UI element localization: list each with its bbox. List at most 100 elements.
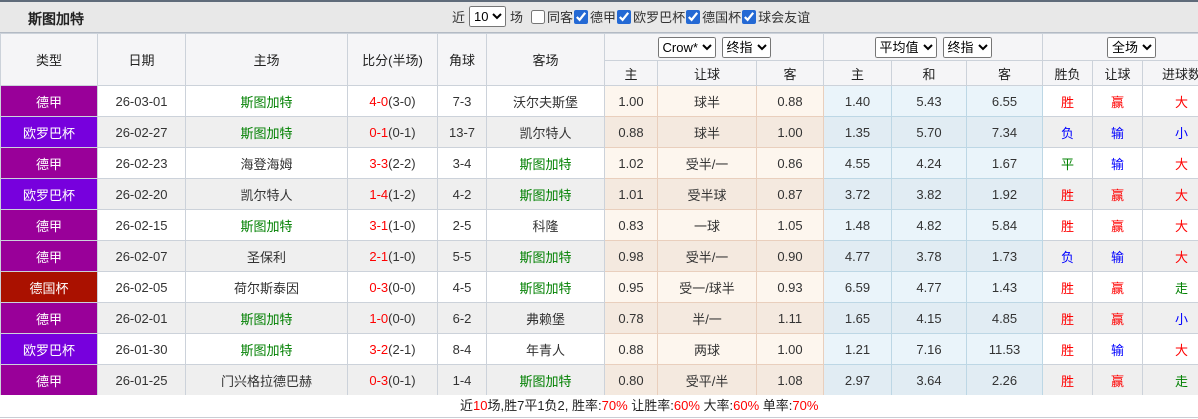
europa-league-checkbox-label[interactable]: 欧罗巴杯 [617, 7, 685, 26]
euro-home-odds: 4.55 [823, 147, 892, 179]
match-date: 26-01-30 [97, 333, 186, 365]
club-friendly-checkbox[interactable] [742, 9, 757, 24]
same-away-checkbox[interactable] [531, 9, 546, 24]
match-date: 26-03-01 [97, 85, 186, 117]
summary-label: 场,胜7平1负2, 胜率: [487, 398, 602, 413]
handicap-away-odds: 1.11 [756, 302, 824, 334]
result-handicap: 输 [1092, 116, 1144, 148]
match-date: 26-02-27 [97, 116, 186, 148]
corner-score: 6-2 [437, 302, 487, 334]
euro-away-odds: 1.92 [965, 178, 1044, 210]
score-fulltime: 0-3 [369, 372, 389, 388]
result-goals: 走 [1142, 364, 1198, 396]
summary-label: 大率: [699, 398, 734, 413]
score-halftime: (1-0) [388, 217, 416, 233]
euro-away-odds: 1.73 [965, 240, 1044, 272]
result-handicap: 赢 [1092, 85, 1144, 117]
handicap-away-odds: 0.90 [756, 240, 824, 272]
filter-label: 球会友谊 [758, 10, 811, 25]
euro-away-odds: 6.55 [965, 85, 1044, 117]
table-row: 德甲 26-02-07 圣保利 2-1(1-0) 5-5 斯图加特 0.98 受… [0, 240, 1198, 272]
table-row: 欧罗巴杯 26-02-20 凯尔特人 1-4(1-2) 4-2 斯图加特 1.0… [0, 178, 1198, 210]
corner-score: 4-5 [437, 271, 487, 303]
corner-score: 5-5 [437, 240, 487, 272]
handicap-line: 一球 [657, 209, 757, 241]
away-team: 斯图加特 [486, 271, 605, 303]
topbar: 斯图加特 近 10 场 同客 德甲 欧罗巴杯 德国杯 球会友谊 [0, 0, 1198, 33]
result-wdl: 胜 [1042, 209, 1094, 241]
euro-draw-odds: 4.77 [891, 271, 967, 303]
result-wdl: 胜 [1042, 364, 1094, 396]
europe-stage-select[interactable]: 终指 [942, 36, 992, 58]
match-date: 26-02-01 [97, 302, 186, 334]
euro-draw-odds: 4.82 [891, 209, 967, 241]
euro-away-odds: 5.84 [965, 209, 1044, 241]
table-row: 欧罗巴杯 26-02-27 斯图加特 0-1(0-1) 13-7 凯尔特人 0.… [0, 116, 1198, 148]
home-team: 斯图加特 [185, 85, 348, 117]
german-cup-checkbox-label[interactable]: 德国杯 [686, 7, 741, 26]
result-handicap: 输 [1092, 147, 1144, 179]
league-badge: 欧罗巴杯 [0, 178, 98, 210]
summary-label: 单率: [759, 398, 793, 413]
result-goals: 大 [1142, 209, 1198, 241]
handicap-home-odds: 0.98 [604, 240, 658, 272]
europa-league-checkbox[interactable] [617, 9, 632, 24]
col-header-corner: 角球 [437, 33, 487, 86]
handicap-away-odds: 1.00 [756, 116, 824, 148]
euro-home-odds: 1.21 [823, 333, 892, 365]
result-goals: 大 [1142, 240, 1198, 272]
euro-away-odds: 4.85 [965, 302, 1044, 334]
euro-away-odds: 1.67 [965, 147, 1044, 179]
away-team: 凯尔特人 [486, 116, 605, 148]
score-fulltime: 1-4 [369, 186, 389, 202]
col-header-result-ah: 让球 [1092, 60, 1144, 86]
euro-away-odds: 7.34 [965, 116, 1044, 148]
german-cup-checkbox[interactable] [686, 9, 701, 24]
home-team: 斯图加特 [185, 209, 348, 241]
col-header-result-wdl: 胜负 [1042, 60, 1094, 86]
handicap-line: 受半/一 [657, 240, 757, 272]
filter-controls: 近 10 场 同客 德甲 欧罗巴杯 德国杯 球会友谊 [452, 6, 811, 27]
near-label: 近 [452, 10, 466, 25]
result-handicap: 赢 [1092, 209, 1144, 241]
corner-score: 13-7 [437, 116, 487, 148]
result-handicap: 赢 [1092, 302, 1144, 334]
col-header-ah-line: 让球 [657, 60, 757, 86]
club-friendly-checkbox-label[interactable]: 球会友谊 [742, 7, 810, 26]
result-goals: 大 [1142, 333, 1198, 365]
euro-draw-odds: 7.16 [891, 333, 967, 365]
score-halftime: (0-1) [388, 372, 416, 388]
home-team: 荷尔斯泰因 [185, 271, 348, 303]
bundesliga-checkbox-label[interactable]: 德甲 [574, 7, 616, 26]
result-handicap: 赢 [1092, 364, 1144, 396]
handicap-stage-select[interactable]: 终指 [721, 36, 771, 58]
score-cell: 1-4(1-2) [347, 178, 438, 210]
col-header-result-goals: 进球数 [1142, 60, 1198, 86]
same-away-checkbox-label[interactable]: 同客 [531, 7, 573, 26]
euro-away-odds: 11.53 [965, 333, 1044, 365]
filter-group: 同客 德甲 欧罗巴杯 德国杯 球会友谊 [531, 7, 811, 26]
euro-draw-odds: 3.78 [891, 240, 967, 272]
corner-score: 1-4 [437, 364, 487, 396]
away-team: 科隆 [486, 209, 605, 241]
result-handicap: 输 [1092, 240, 1144, 272]
euro-away-odds: 2.26 [965, 364, 1044, 396]
score-halftime: (0-0) [388, 310, 416, 326]
euro-home-odds: 2.97 [823, 364, 892, 396]
bookmaker-select[interactable]: Crow* [657, 36, 716, 58]
home-team: 斯图加特 [185, 333, 348, 365]
result-handicap: 赢 [1092, 178, 1144, 210]
handicap-home-odds: 1.00 [604, 85, 658, 117]
result-wdl: 平 [1042, 147, 1094, 179]
handicap-away-odds: 0.87 [756, 178, 824, 210]
corner-score: 2-5 [437, 209, 487, 241]
summary-footer: 近10场,胜7平1负2, 胜率:70% 让胜率:60% 大率:60% 单率:70… [0, 395, 1198, 418]
score-halftime: (3-0) [388, 93, 416, 109]
bundesliga-checkbox[interactable] [574, 9, 589, 24]
match-count-select[interactable]: 10 [469, 6, 507, 27]
score-halftime: (2-1) [388, 341, 416, 357]
result-wdl: 胜 [1042, 178, 1094, 210]
handicap-home-odds: 1.01 [604, 178, 658, 210]
europe-source-select[interactable]: 平均值 [874, 36, 937, 58]
scope-select[interactable]: 全场 [1107, 36, 1157, 58]
